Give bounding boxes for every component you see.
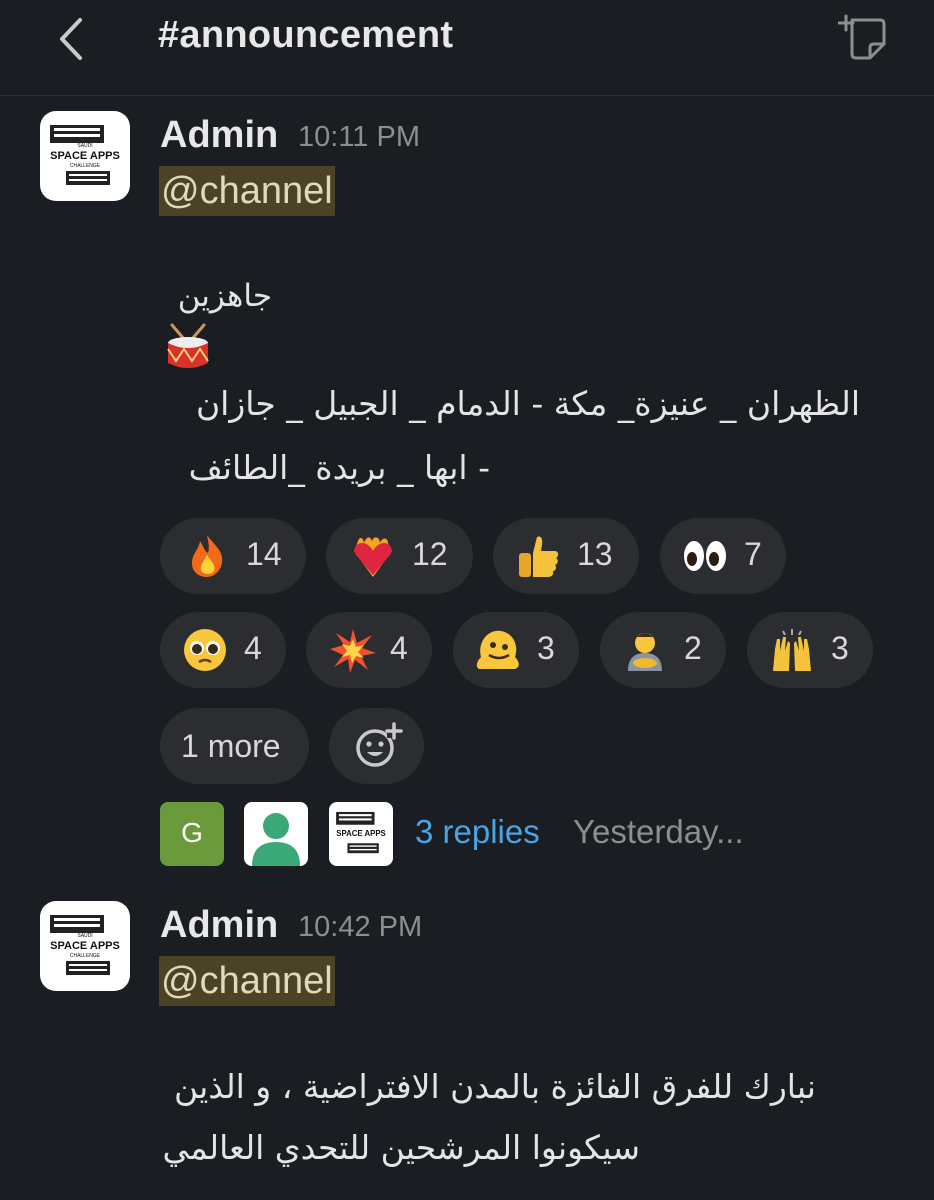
- thread-participant-avatar[interactable]: G: [160, 802, 224, 866]
- sender-name[interactable]: Admin: [160, 114, 278, 157]
- eyes-icon: [684, 541, 726, 571]
- more-reactions-label: 1 more: [181, 728, 281, 764]
- pleading-face-icon: [184, 629, 226, 671]
- svg-text:SAUDI: SAUDI: [77, 933, 92, 939]
- reaction-thumbs-up[interactable]: 13: [493, 518, 639, 594]
- reaction-raising-hands[interactable]: 3: [747, 612, 873, 688]
- fire-icon: [191, 535, 223, 577]
- thumbs-up-icon: [519, 536, 559, 577]
- message-line: - ابها _ بريدة _الطائف: [188, 448, 490, 487]
- svg-text:SPACE APPS: SPACE APPS: [336, 829, 386, 838]
- channel-header: #announcement: [0, 0, 934, 96]
- reaction-heart-on-fire[interactable]: 12: [326, 518, 473, 594]
- message-time: 10:42 PM: [298, 911, 423, 943]
- reaction-collision[interactable]: 4: [306, 612, 432, 688]
- reaction-count: 7: [744, 536, 762, 572]
- reaction-count: 14: [246, 536, 282, 572]
- thread-last-reply: Yesterday...: [573, 813, 744, 850]
- avatar-letter: G: [181, 817, 203, 848]
- svg-text:SAUDI: SAUDI: [77, 143, 92, 149]
- space-apps-logo: SAUDI SPACE APPS CHALLENGE: [50, 915, 120, 975]
- reaction-count: 3: [831, 630, 849, 666]
- drum-emoji: [167, 323, 209, 368]
- reaction-count: 4: [244, 630, 262, 666]
- default-user-icon: [252, 813, 300, 866]
- reaction-fire[interactable]: 14: [160, 518, 306, 594]
- channel-mention[interactable]: @channel: [159, 956, 335, 1006]
- reaction-count: 2: [684, 630, 702, 666]
- message-line: سيكونوا المرشحين للتحدي العالمي: [162, 1128, 640, 1167]
- sender-avatar[interactable]: SAUDI SPACE APPS CHALLENGE: [40, 901, 130, 991]
- raising-hands-icon: [773, 629, 811, 671]
- svg-text:CHALLENGE: CHALLENGE: [70, 163, 101, 169]
- svg-text:SPACE APPS: SPACE APPS: [50, 150, 120, 162]
- add-reaction-button[interactable]: [329, 708, 424, 784]
- message-line: الظهران _ عنيزة_ مكة - الدمام _ الجبيل _…: [195, 384, 860, 423]
- sender-avatar[interactable]: SAUDI SPACE APPS CHALLENGE: [40, 111, 130, 201]
- reaction-melting-face[interactable]: 3: [453, 612, 579, 688]
- reaction-count: 13: [577, 536, 613, 572]
- sender-name[interactable]: Admin: [160, 904, 278, 947]
- thread-participant-avatar[interactable]: SPACE APPS: [329, 802, 393, 866]
- reaction-count: 12: [412, 536, 448, 572]
- person-bowing-icon: [628, 633, 662, 671]
- svg-text:CHALLENGE: CHALLENGE: [70, 953, 101, 959]
- svg-text:SPACE APPS: SPACE APPS: [50, 940, 120, 952]
- message-time: 10:11 PM: [298, 121, 420, 153]
- message-line: جاهزين: [177, 278, 272, 314]
- thread-replies-link[interactable]: 3 replies: [415, 813, 540, 851]
- compose-icon[interactable]: [838, 14, 890, 62]
- message-line: نبارك للفرق الفائزة بالمدن الافتراضية ، …: [173, 1067, 816, 1106]
- heart-on-fire-icon: [354, 537, 392, 577]
- reaction-eyes[interactable]: 7: [660, 518, 786, 594]
- space-apps-logo: SAUDI SPACE APPS CHALLENGE: [50, 125, 120, 185]
- reaction-count: 4: [390, 630, 408, 666]
- reaction-pleading-face[interactable]: 4: [160, 612, 286, 688]
- reaction-count: 3: [537, 630, 555, 666]
- melting-face-icon: [476, 630, 519, 669]
- thread-participant-avatar[interactable]: [244, 802, 308, 866]
- channel-mention[interactable]: @channel: [159, 166, 335, 216]
- more-reactions-button[interactable]: 1 more: [160, 708, 309, 784]
- chevron-left-icon[interactable]: [52, 14, 92, 64]
- collision-icon: [330, 629, 376, 673]
- add-reaction-icon: [356, 722, 403, 767]
- reaction-person-bowing[interactable]: 2: [600, 612, 726, 688]
- space-apps-logo: SPACE APPS: [336, 811, 386, 854]
- channel-title[interactable]: #announcement: [158, 14, 453, 57]
